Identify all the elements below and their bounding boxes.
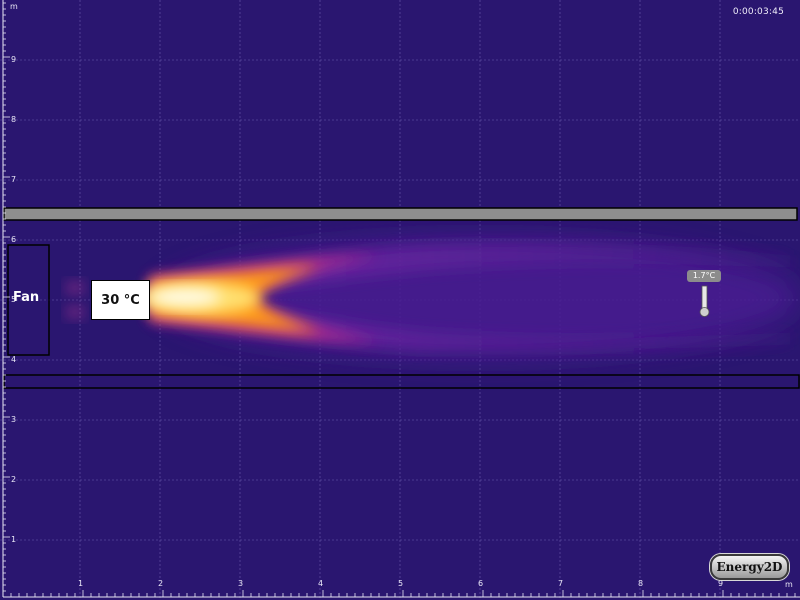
y-tick-label: 6 [11, 235, 17, 244]
y-tick-label: 8 [11, 115, 17, 124]
y-tick-label: 2 [11, 475, 17, 484]
y-tick-label: 3 [11, 415, 17, 424]
energy2d-logo[interactable]: Energy2D [710, 554, 789, 580]
y-tick-label: 4 [11, 355, 17, 364]
x-tick-label: 8 [638, 579, 644, 588]
thermometer-readout[interactable]: 1.7°C [687, 270, 721, 282]
y-tick-label: 7 [11, 175, 17, 184]
x-tick-label: 3 [238, 579, 244, 588]
x-tick-label: 6 [478, 579, 484, 588]
y-tick-label: 1 [11, 535, 17, 544]
y-axis-unit: m [10, 2, 18, 11]
y-tick-label: 9 [11, 55, 17, 64]
sim-timer: 0:00:03:45 [732, 7, 784, 17]
x-axis-unit: m [785, 580, 793, 589]
top-wall [3, 207, 798, 221]
x-tick-label: 9 [718, 579, 724, 588]
x-tick-label: 4 [318, 579, 324, 588]
bottom-wall [3, 374, 800, 389]
fan-label[interactable]: Fan [13, 290, 39, 305]
thermal-plume [65, 238, 800, 358]
x-tick-label: 7 [558, 579, 564, 588]
x-tick-label: 1 [78, 579, 84, 588]
heater-block[interactable]: 30 °C [91, 280, 150, 320]
x-tick-label: 5 [398, 579, 404, 588]
x-tick-label: 2 [158, 579, 164, 588]
simulation-canvas[interactable]: m m 123456789 123456789 0:00:03:45 Fan 3… [0, 0, 800, 600]
